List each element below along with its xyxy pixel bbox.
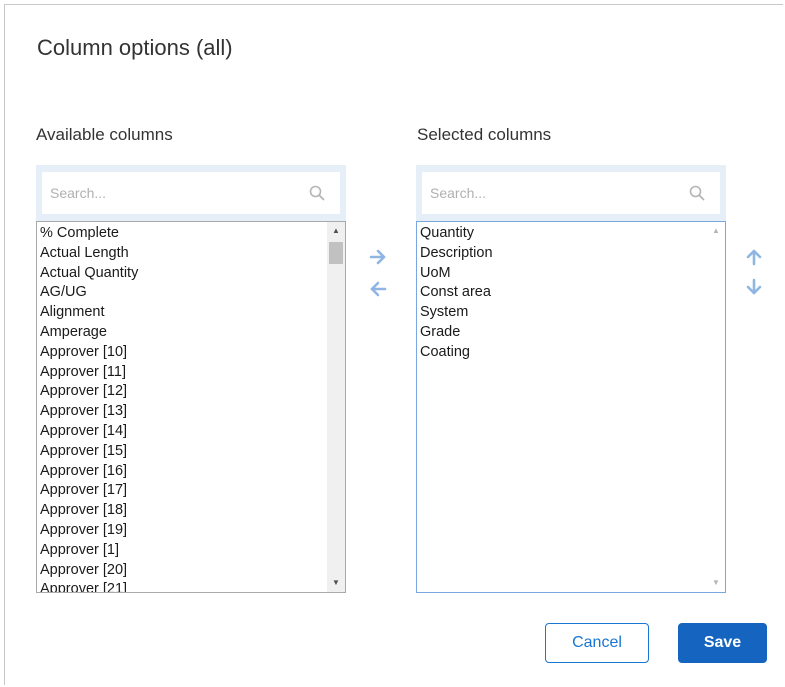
available-search-box bbox=[42, 172, 340, 214]
list-item[interactable]: Approver [18] bbox=[40, 501, 325, 521]
arrow-right-icon bbox=[369, 249, 386, 265]
list-item[interactable]: Actual Length bbox=[40, 244, 325, 264]
list-item[interactable]: Alignment bbox=[40, 303, 325, 323]
list-item[interactable]: Approver [21] bbox=[40, 580, 325, 592]
remove-column-button[interactable] bbox=[366, 277, 390, 301]
arrow-up-icon bbox=[746, 249, 762, 266]
move-down-button[interactable] bbox=[742, 275, 766, 299]
list-item[interactable]: System bbox=[420, 303, 705, 323]
scrollbar-thumb[interactable] bbox=[329, 242, 343, 264]
list-item[interactable]: Approver [17] bbox=[40, 481, 325, 501]
column-options-dialog: Column options (all) Available columns %… bbox=[4, 4, 783, 685]
selected-items: Quantity Description UoM Const area System Gr… bbox=[420, 224, 705, 592]
list-item[interactable]: Amperage bbox=[40, 323, 325, 343]
dialog-title: Column options (all) bbox=[37, 35, 233, 60]
search-icon[interactable] bbox=[688, 184, 706, 202]
move-up-button[interactable] bbox=[742, 245, 766, 269]
save-button[interactable]: Save bbox=[678, 623, 767, 663]
selected-scrollbar[interactable]: ▲ ▼ bbox=[707, 222, 725, 592]
available-columns-list[interactable]: % Complete Actual Length Actual Quantity AG… bbox=[36, 221, 346, 593]
selected-search-frame bbox=[416, 165, 726, 221]
arrow-left-icon bbox=[370, 281, 387, 297]
selected-columns-list[interactable]: Quantity Description UoM Const area System Gr… bbox=[416, 221, 726, 593]
arrow-down-icon bbox=[746, 278, 762, 295]
selected-search-input[interactable] bbox=[422, 172, 720, 214]
available-columns-label: Available columns bbox=[36, 125, 173, 144]
available-search-input[interactable] bbox=[42, 172, 340, 214]
scroll-down-arrow-icon[interactable]: ▼ bbox=[327, 574, 345, 592]
list-item[interactable]: Approver [1] bbox=[40, 541, 325, 561]
list-item[interactable]: Approver [19] bbox=[40, 521, 325, 541]
list-item[interactable]: Coating bbox=[420, 343, 705, 363]
add-column-button[interactable] bbox=[366, 245, 390, 269]
list-item[interactable]: AG/UG bbox=[40, 283, 325, 303]
list-item[interactable]: Approver [14] bbox=[40, 422, 325, 442]
list-item[interactable]: Approver [11] bbox=[40, 363, 325, 383]
list-item[interactable]: Approver [13] bbox=[40, 402, 325, 422]
available-search-frame bbox=[36, 165, 346, 221]
list-item[interactable]: Approver [15] bbox=[40, 442, 325, 462]
list-item[interactable]: UoM bbox=[420, 264, 705, 284]
list-item[interactable]: Approver [10] bbox=[40, 343, 325, 363]
selected-search-box bbox=[422, 172, 720, 214]
list-item[interactable]: Grade bbox=[420, 323, 705, 343]
list-item[interactable]: Actual Quantity bbox=[40, 264, 325, 284]
available-items: % Complete Actual Length Actual Quantity AG… bbox=[40, 224, 325, 592]
list-item[interactable]: Quantity bbox=[420, 224, 705, 244]
list-item[interactable]: Description bbox=[420, 244, 705, 264]
list-item[interactable]: Approver [12] bbox=[40, 382, 325, 402]
scroll-down-arrow-icon[interactable]: ▼ bbox=[707, 574, 725, 592]
list-item[interactable]: Const area bbox=[420, 283, 705, 303]
scroll-up-arrow-icon[interactable]: ▲ bbox=[327, 222, 345, 240]
list-item[interactable]: Approver [16] bbox=[40, 462, 325, 482]
selected-columns-label: Selected columns bbox=[417, 125, 552, 144]
list-item[interactable]: Approver [20] bbox=[40, 561, 325, 581]
available-scrollbar[interactable]: ▲ ▼ bbox=[327, 222, 345, 592]
scroll-up-arrow-icon[interactable]: ▲ bbox=[707, 222, 725, 240]
search-icon[interactable] bbox=[308, 184, 326, 202]
cancel-button[interactable]: Cancel bbox=[545, 623, 649, 663]
list-item[interactable]: % Complete bbox=[40, 224, 325, 244]
